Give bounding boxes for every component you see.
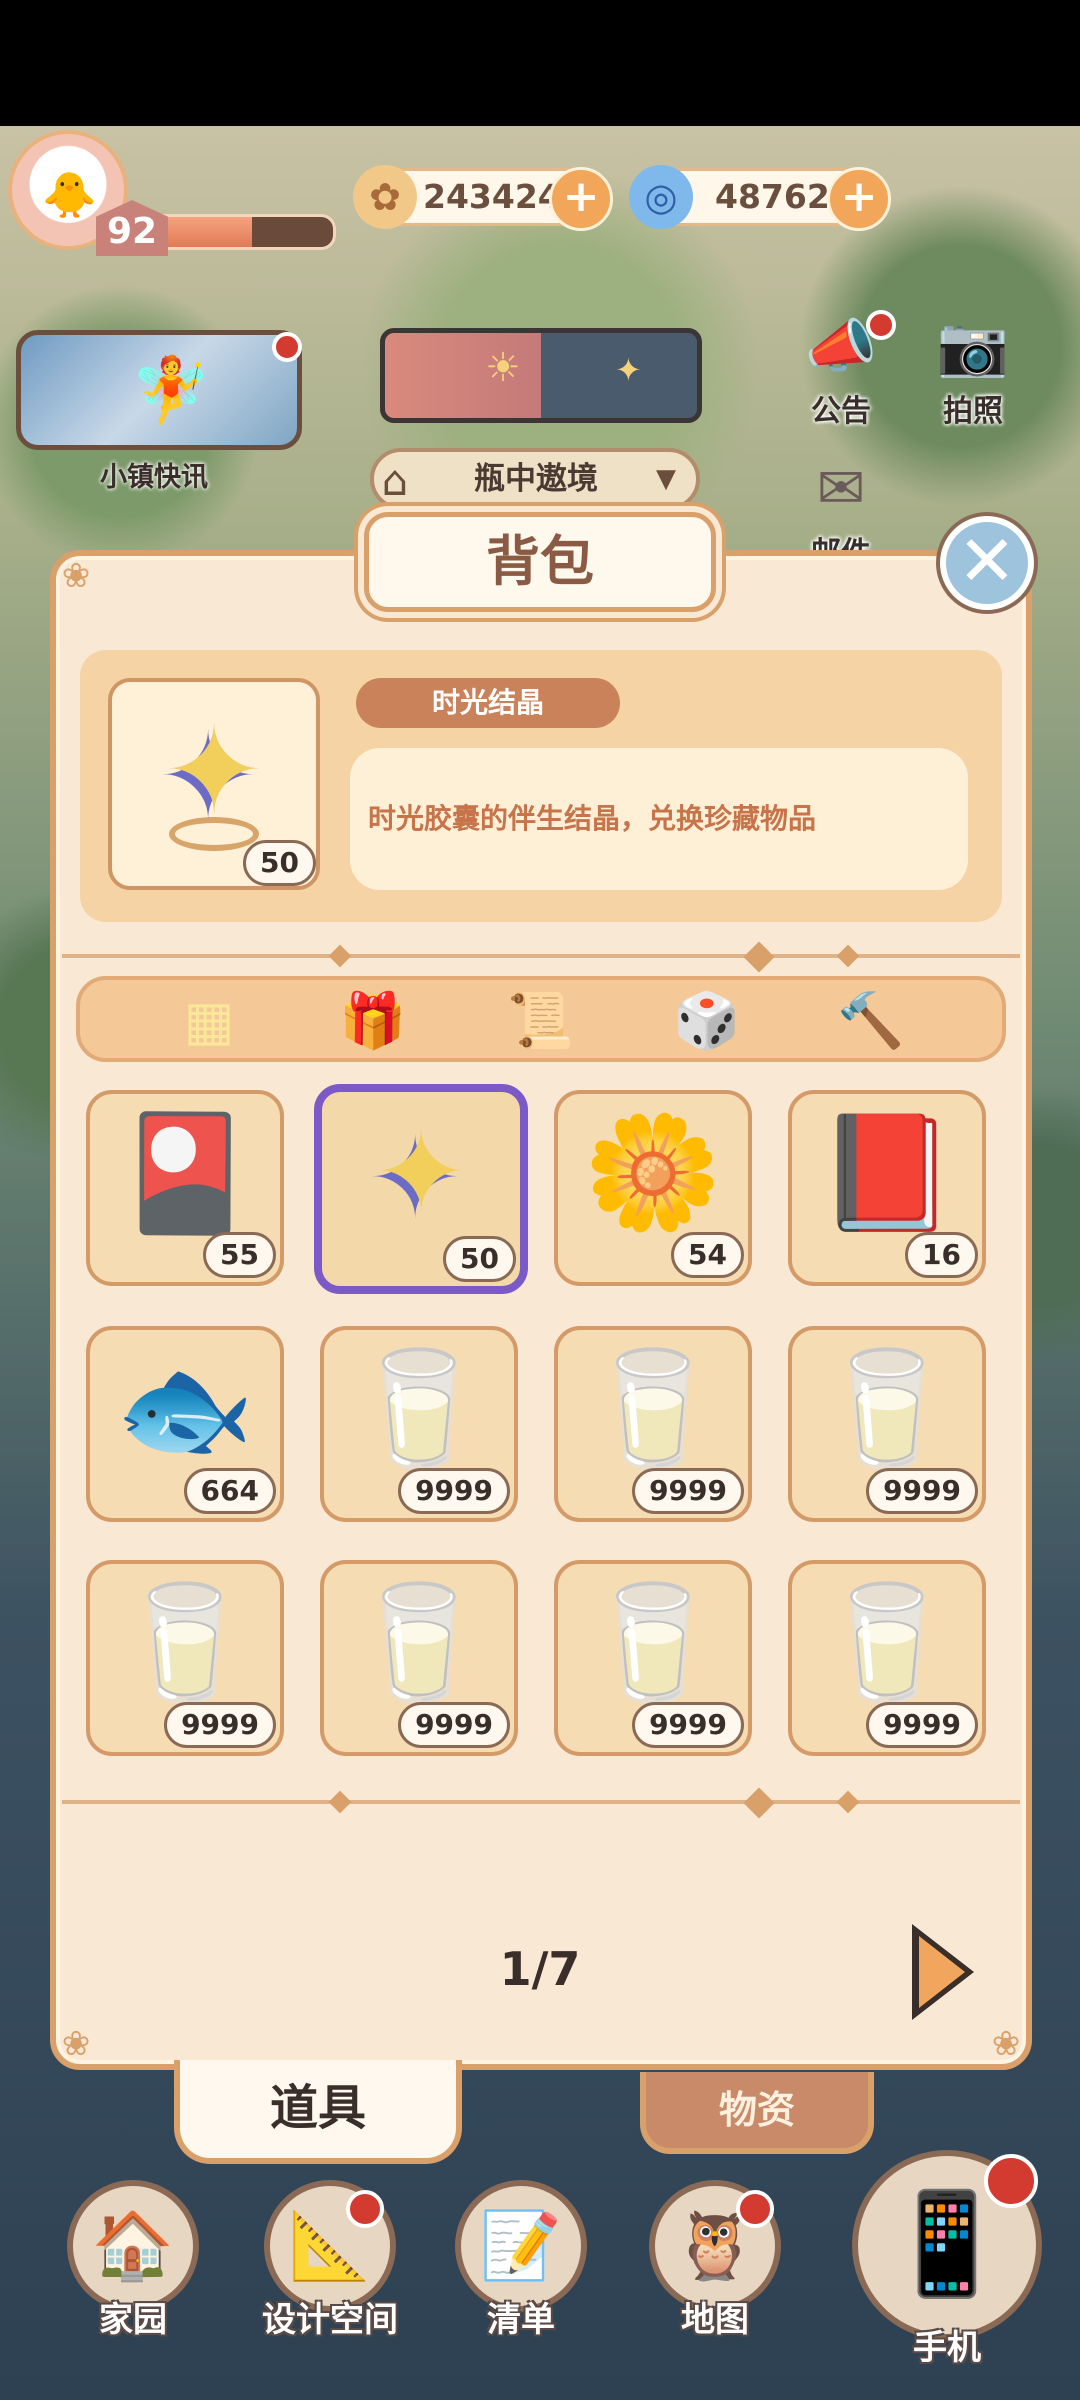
selected-item-icon-frame: ✦ 50 [108,678,320,890]
crystal-icon: ✦ [163,701,265,841]
tab-props[interactable]: 道具 [174,2060,462,2164]
selected-item-quantity: 50 [243,840,316,886]
corner-ornament-icon: ❀ [61,556,91,596]
item-quantity: 9999 [398,1468,510,1514]
status-bar [0,0,1080,126]
grid-icon[interactable]: ▦ [166,986,252,1056]
item-quantity: 54 [671,1232,744,1278]
star-icon: ✦ [615,351,642,389]
coin-icon: ✿ [353,165,417,229]
item-slot[interactable]: 🥛 9999 [554,1326,752,1522]
swirl-gem-icon: ◎ [629,165,693,229]
divider [62,954,1020,958]
gem-counter: ◎ 48762 + [629,165,891,231]
nav-design-space[interactable]: 📐 设计空间 [250,2180,410,2341]
nav-home[interactable]: 🏠 家园 [58,2180,208,2341]
item-slot[interactable]: 🐟 664 [86,1326,284,1522]
gem-value: 48762 [715,177,830,216]
xp-bar [150,214,336,250]
flower-scroll-icon: 🌼 [583,1107,723,1238]
location-name: 瓶中遨境 [474,461,598,497]
town-news-card[interactable]: 🧚 [16,330,302,450]
postcard-icon: 🎴 [115,1107,255,1238]
nav-home-label: 家园 [99,2300,167,2340]
item-slot[interactable]: 🌼 54 [554,1090,752,1286]
item-quantity: 55 [203,1232,276,1278]
news-notification-dot [272,332,302,362]
dice-icon[interactable]: 🎲 [664,986,750,1056]
chevron-down-icon: ▼ [656,464,676,494]
fish-tin-icon: 🐟 [115,1343,255,1474]
tab-materials[interactable]: 物资 [640,2072,874,2154]
nav-list[interactable]: 📝 清单 [446,2180,596,2341]
item-quantity: 9999 [398,1702,510,1748]
item-slot[interactable]: 🎴 55 [86,1090,284,1286]
coin-counter: ✿ 2434249 + [353,165,613,231]
phone-label: 手机 [913,2328,981,2368]
milk-pot-icon: 🥛 [817,1577,957,1708]
milk-pot-icon: 🥛 [583,1343,723,1474]
add-gems-button[interactable]: + [827,167,891,231]
town-news-label: 小镇快讯 [100,462,208,493]
milk-pot-icon: 🥛 [817,1343,957,1474]
phone-notification-dot [984,2154,1038,2208]
photo-label: 拍照 [943,394,1003,429]
nav-list-label: 清单 [487,2300,555,2340]
item-slot[interactable]: 🥛 9999 [320,1326,518,1522]
corner-ornament-icon: ❀ [61,2024,91,2064]
item-quantity: 9999 [866,1702,978,1748]
item-slot[interactable]: 🥛 9999 [86,1560,284,1756]
item-quantity: 9999 [164,1702,276,1748]
milk-pot-icon: 🥛 [349,1577,489,1708]
map-notification-dot [736,2190,774,2228]
item-slot[interactable]: 🥛 9999 [554,1560,752,1756]
item-slot[interactable]: 📕 16 [788,1090,986,1286]
item-slot-selected[interactable]: ✦ 50 [314,1084,528,1294]
nav-map-label: 地图 [681,2300,749,2340]
item-slot[interactable]: 🥛 9999 [788,1560,986,1756]
announcement-notification-dot [866,310,896,340]
arrow-right-icon [919,1936,965,2008]
item-slot[interactable]: 🥛 9999 [320,1560,518,1756]
weather-panel: ☀ ✦ [380,328,702,423]
milk-pot-icon: 🥛 [583,1577,723,1708]
close-button[interactable]: ✕ [940,516,1034,610]
book-icon: 📕 [817,1107,957,1238]
item-quantity: 9999 [632,1468,744,1514]
corner-ornament-icon: ❀ [991,2024,1021,2064]
item-slot[interactable]: 🥛 9999 [788,1326,986,1522]
duck-avatar-icon: 🐥 [42,170,97,221]
item-description-box: 时光胶囊的伴生结晶，兑换珍藏物品 [350,748,968,890]
nav-design-label: 设计空间 [262,2300,398,2340]
home-icon: ⌂ [381,456,409,505]
announcement-label: 公告 [811,394,871,429]
divider [62,1800,1020,1804]
gift-icon[interactable]: 🎁 [330,986,416,1056]
sun-icon: ☀ [485,345,521,391]
milk-pot-icon: 🥛 [115,1577,255,1708]
item-quantity: 9999 [866,1468,978,1514]
backpack-title-plaque: 背包 [364,512,716,612]
design-notification-dot [346,2190,384,2228]
camera-icon: 📷 [936,312,1010,380]
news-character-icon: 🧚 [131,354,211,428]
crystal-icon: ✦ [374,1108,468,1239]
location-selector[interactable]: ⌂ 瓶中遨境 ▼ [370,448,700,510]
hammer-icon[interactable]: 🔨 [828,986,914,1056]
photo-button[interactable]: 📷 拍照 [928,306,1018,430]
page-title: 背包 [486,530,594,593]
close-icon: ✕ [957,520,1017,602]
add-coins-button[interactable]: + [549,167,613,231]
item-quantity: 50 [443,1236,516,1282]
item-quantity: 664 [183,1468,276,1514]
mail-icon: ✉ [816,454,866,522]
item-quantity: 9999 [632,1702,744,1748]
item-description: 时光胶囊的伴生结晶，兑换珍藏物品 [368,802,817,835]
item-quantity: 16 [905,1232,978,1278]
category-tab-bar: ▦ 🎁 📜 🎲 🔨 [76,976,1006,1062]
selected-item-name: 时光结晶 [356,678,620,728]
milk-pot-icon: 🥛 [349,1343,489,1474]
scroll-icon[interactable]: 📜 [498,986,584,1056]
